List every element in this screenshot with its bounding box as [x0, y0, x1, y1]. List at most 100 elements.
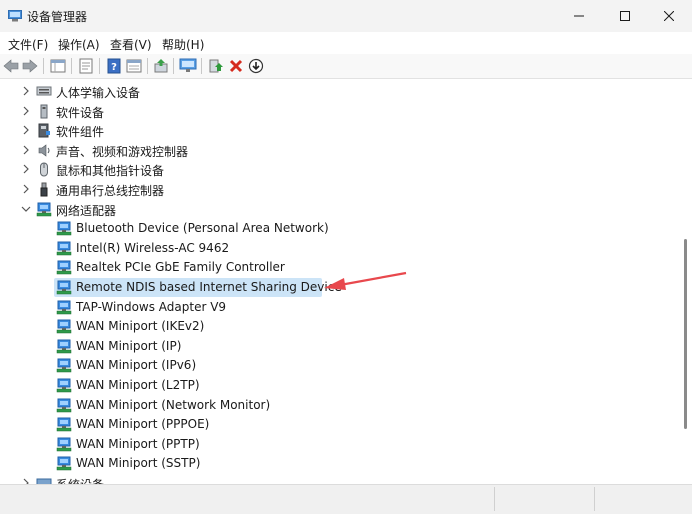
maximize-button[interactable] [602, 0, 648, 32]
chevron-right-icon[interactable] [21, 183, 31, 195]
device-manager-window: 设备管理器 文件(F) 操作(A) 查看(V) 帮助(H) ? 人体学输入设备 … [0, 0, 692, 514]
network-adapter-icon [56, 260, 72, 275]
tree-item-label: Intel(R) Wireless-AC 9462 [76, 240, 230, 255]
tree-device-item[interactable]: WAN Miniport (IP) [0, 337, 660, 356]
update-driver-button[interactable] [152, 57, 170, 75]
tree-item-label: Realtek PCIe GbE Family Controller [76, 260, 285, 275]
tree-device-item[interactable]: WAN Miniport (PPPOE) [0, 415, 660, 434]
view-details-icon [126, 59, 142, 73]
maximize-icon [620, 11, 630, 21]
forward-arrow-icon [22, 59, 38, 73]
tree-item-label: WAN Miniport (IPv6) [76, 358, 197, 373]
toolbar-separator [173, 58, 174, 74]
menu-view[interactable]: 查看(V) [110, 36, 152, 53]
toolbar: ? [0, 54, 692, 79]
add-driver-icon [209, 59, 223, 73]
tree-device-item[interactable]: WAN Miniport (IKEv2) [0, 317, 660, 336]
status-divider [594, 487, 595, 511]
network-adapter-icon [56, 339, 72, 354]
chevron-right-icon[interactable] [21, 124, 31, 136]
driver-doc-button[interactable] [77, 57, 95, 75]
view-details-button[interactable] [125, 57, 143, 75]
tree-category[interactable]: 通用串行总线控制器 [0, 180, 660, 199]
chevron-right-icon[interactable] [21, 477, 31, 484]
tree-category[interactable]: 网络适配器 [0, 200, 660, 219]
status-bar [0, 484, 692, 514]
tree-category[interactable]: 软件组件 [0, 121, 660, 140]
usb-icon [36, 182, 52, 197]
add-driver-button[interactable] [207, 57, 225, 75]
speaker-icon [36, 143, 52, 158]
network-adapter-icon [56, 417, 72, 432]
chevron-down-icon[interactable] [21, 203, 31, 215]
chevron-right-icon[interactable] [21, 85, 31, 97]
red-arrow-icon [324, 271, 407, 290]
chevron-right-icon[interactable] [21, 144, 31, 156]
update-driver-icon [154, 59, 168, 73]
tree-device-item[interactable]: WAN Miniport (Network Monitor) [0, 396, 660, 415]
network-adapter-icon [56, 456, 72, 471]
tree-item-label: 网络适配器 [56, 203, 117, 218]
menu-file[interactable]: 文件(F) [8, 36, 48, 53]
vertical-scrollbar[interactable] [678, 79, 692, 484]
tree-item-label: Remote NDIS based Internet Sharing Devic… [76, 280, 342, 294]
toolbar-separator [71, 58, 72, 74]
menu-action[interactable]: 操作(A) [58, 36, 100, 53]
tree-item-label: TAP-Windows Adapter V9 [76, 299, 227, 314]
help-button[interactable]: ? [105, 57, 123, 75]
tree-device-item[interactable]: Bluetooth Device (Personal Area Network) [0, 219, 660, 238]
menu-bar: 文件(F) 操作(A) 查看(V) 帮助(H) [0, 32, 692, 54]
rollback-button[interactable] [247, 57, 265, 75]
tree-item-label: 声音、视频和游戏控制器 [56, 144, 189, 159]
chevron-right-icon[interactable] [21, 105, 31, 117]
tree-item-label: WAN Miniport (IP) [76, 338, 182, 353]
mouse-icon [36, 162, 52, 177]
tree-item-label: WAN Miniport (L2TP) [76, 378, 200, 392]
minimize-icon [574, 15, 584, 17]
title-bar: 设备管理器 [0, 0, 692, 32]
tree-item-label: WAN Miniport (PPTP) [76, 436, 200, 451]
tree-category[interactable]: 声音、视频和游戏控制器 [0, 141, 660, 160]
scrollbar-thumb[interactable] [684, 239, 687, 429]
network-adapter-icon [56, 378, 72, 393]
tree-category[interactable]: 系统设备 [0, 474, 660, 484]
tree-device-item[interactable]: WAN Miniport (IPv6) [0, 356, 660, 375]
tree-category[interactable]: 鼠标和其他指针设备 [0, 160, 660, 179]
tree-item-label: 软件设备 [56, 105, 105, 120]
tree-item-label: WAN Miniport (SSTP) [76, 456, 201, 471]
uninstall-x-icon [229, 59, 243, 73]
software-component-icon [36, 123, 52, 138]
tree-item-label: 人体学输入设备 [56, 86, 141, 100]
forward-button[interactable] [21, 57, 39, 75]
properties-grid-button[interactable] [49, 57, 67, 75]
close-button[interactable] [646, 0, 692, 32]
chevron-right-icon[interactable] [21, 163, 31, 175]
hid-icon [36, 84, 52, 99]
back-button[interactable] [2, 57, 20, 75]
close-icon [664, 11, 674, 21]
tree-category[interactable]: 软件设备 [0, 102, 660, 121]
tree-item-label: Bluetooth Device (Personal Area Network) [76, 221, 329, 236]
tree-item-label: WAN Miniport (Network Monitor) [76, 397, 271, 412]
tree-item-label: WAN Miniport (PPPOE) [76, 417, 210, 432]
menu-help[interactable]: 帮助(H) [162, 36, 204, 53]
tree-device-item[interactable]: WAN Miniport (SSTP) [0, 454, 660, 473]
toolbar-separator [43, 58, 44, 74]
tree-device-item[interactable]: TAP-Windows Adapter V9 [0, 298, 660, 317]
tree-item-label: WAN Miniport (IKEv2) [76, 319, 205, 334]
tree-category[interactable]: 人体学输入设备 [0, 82, 660, 101]
scan-hardware-button[interactable] [179, 57, 197, 75]
rollback-down-icon [248, 58, 264, 74]
network-adapter-icon [56, 241, 72, 256]
network-adapter-icon [56, 437, 72, 452]
uninstall-button[interactable] [227, 57, 245, 75]
toolbar-separator [147, 58, 148, 74]
tree-device-item[interactable]: WAN Miniport (PPTP) [0, 435, 660, 454]
minimize-button[interactable] [556, 0, 602, 32]
svg-text:?: ? [111, 62, 117, 73]
tree-device-item[interactable]: WAN Miniport (L2TP) [0, 376, 660, 395]
network-adapter-icon [56, 398, 72, 413]
window-title: 设备管理器 [27, 10, 88, 24]
properties-grid-icon [50, 59, 66, 73]
tree-device-item[interactable]: Intel(R) Wireless-AC 9462 [0, 239, 660, 258]
